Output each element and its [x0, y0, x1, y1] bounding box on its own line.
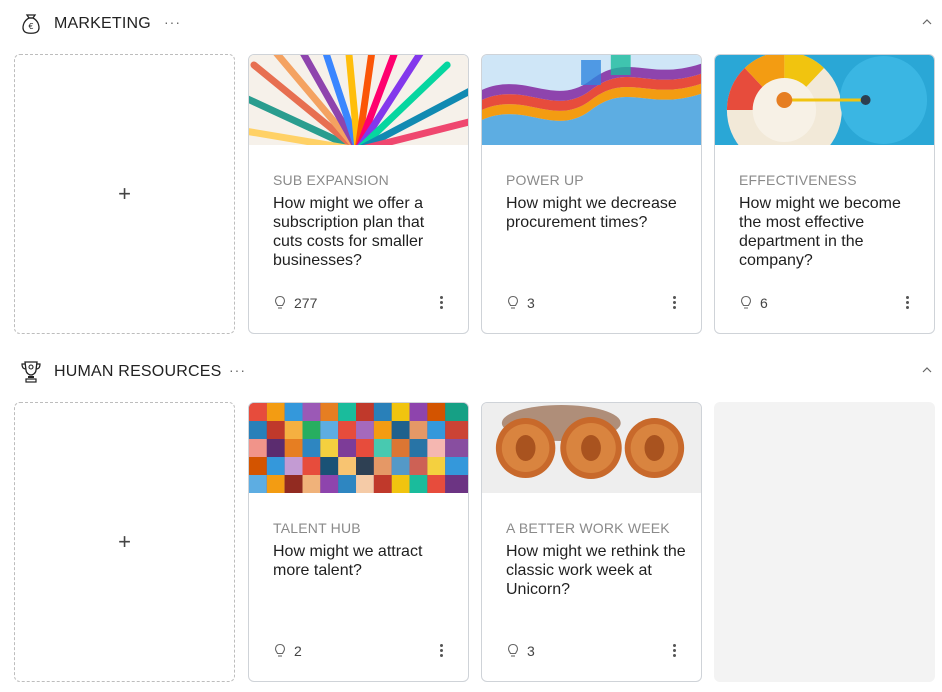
card-footer: 3: [506, 293, 682, 313]
plus-icon: +: [118, 181, 131, 206]
add-card-button[interactable]: +: [14, 402, 235, 682]
idea-count: 6: [760, 295, 768, 311]
idea-count: 3: [527, 643, 535, 659]
idea-count: 2: [294, 643, 302, 659]
copper-coins-image: [482, 403, 701, 493]
plus-icon: +: [118, 529, 131, 554]
card-question: How might we rethink the classic work we…: [506, 543, 686, 598]
empty-card-placeholder: [714, 402, 935, 682]
section-marketing: € MARKETING ··· + SUB EXPANSION How migh…: [0, 6, 942, 336]
idea-count: 277: [294, 295, 318, 311]
lightbulb-icon: [507, 295, 519, 309]
svg-text:€: €: [28, 22, 33, 31]
section-header: € MARKETING ···: [14, 6, 942, 42]
money-bag-icon: €: [16, 8, 46, 38]
kebab-menu-icon[interactable]: [666, 293, 682, 311]
section-more-button[interactable]: ···: [229, 362, 246, 378]
card-footer: 2: [273, 641, 449, 661]
challenge-card[interactable]: TALENT HUB How might we attract more tal…: [248, 402, 469, 682]
card-footer: 277: [273, 293, 449, 313]
challenge-card[interactable]: SUB EXPANSION How might we offer a subsc…: [248, 54, 469, 334]
section-header: HUMAN RESOURCES ···: [14, 354, 942, 390]
card-tag: SUB EXPANSION: [273, 172, 389, 188]
kebab-menu-icon[interactable]: [666, 641, 682, 659]
card-question: How might we attract more talent?: [273, 543, 423, 579]
trophy-people-icon: [16, 356, 46, 386]
kebab-menu-icon[interactable]: [899, 293, 915, 311]
gauge-dial-image: [715, 55, 934, 145]
lightbulb-icon: [274, 643, 286, 657]
card-footer: 6: [739, 293, 915, 313]
card-tag: EFFECTIVENESS: [739, 172, 857, 188]
card-tag: A BETTER WORK WEEK: [506, 520, 670, 536]
chevron-up-icon[interactable]: [920, 15, 934, 29]
add-card-button[interactable]: +: [14, 54, 235, 334]
lightbulb-icon: [274, 295, 286, 309]
chevron-up-icon[interactable]: [920, 363, 934, 377]
lightbulb-icon: [740, 295, 752, 309]
card-tag: POWER UP: [506, 172, 584, 188]
card-question: How might we decrease procurement times?: [506, 195, 677, 231]
colorful-fan-image: [249, 55, 468, 145]
section-title: MARKETING: [54, 15, 151, 32]
challenge-card[interactable]: POWER UP How might we decrease procureme…: [481, 54, 702, 334]
idea-count: 3: [527, 295, 535, 311]
kebab-menu-icon[interactable]: [433, 293, 449, 311]
card-question: How might we offer a subscription plan t…: [273, 195, 425, 269]
section-title: HUMAN RESOURCES: [54, 363, 222, 380]
section-human-resources: HUMAN RESOURCES ··· + TALENT HUB How mig…: [0, 354, 942, 690]
portrait-mosaic-image: [249, 403, 468, 493]
lightbulb-icon: [507, 643, 519, 657]
card-question: How might we become the most effective d…: [739, 195, 901, 269]
challenge-card[interactable]: A BETTER WORK WEEK How might we rethink …: [481, 402, 702, 682]
kebab-menu-icon[interactable]: [433, 641, 449, 659]
card-tag: TALENT HUB: [273, 520, 361, 536]
card-footer: 3: [506, 641, 682, 661]
colorful-waves-image: [482, 55, 701, 145]
section-more-button[interactable]: ···: [164, 14, 181, 30]
challenge-card[interactable]: EFFECTIVENESS How might we become the mo…: [714, 54, 935, 334]
